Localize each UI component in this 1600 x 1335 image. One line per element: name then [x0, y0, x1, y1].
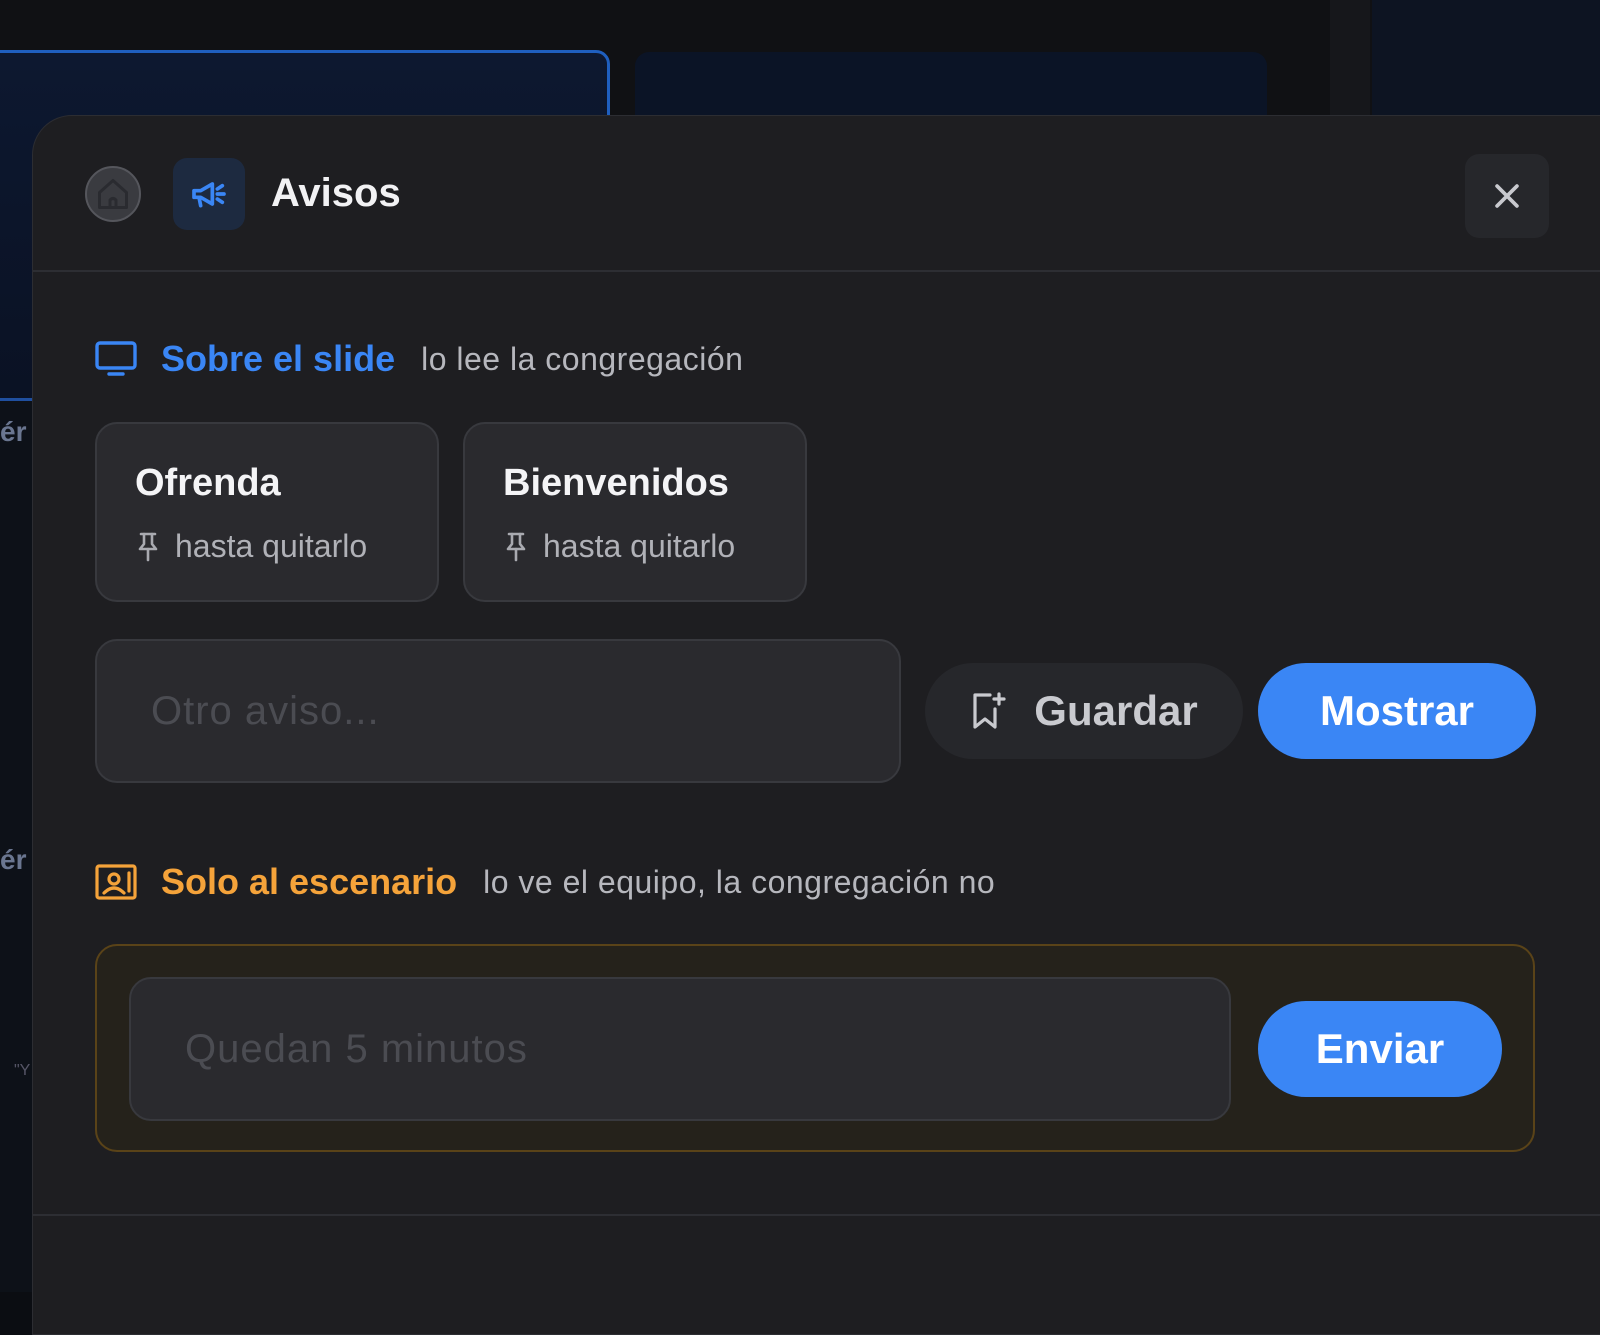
show-button[interactable]: Mostrar [1258, 663, 1536, 759]
dialog-title: Avisos [271, 171, 401, 216]
background-text-fragment: ér [0, 416, 26, 448]
stage-section-header: Solo al escenario lo ve el equipo, la co… [95, 861, 995, 903]
send-button[interactable]: Enviar [1258, 1001, 1502, 1097]
stage-monitor-icon [95, 864, 139, 900]
slide-section-subtitle: lo lee la congregación [421, 341, 743, 378]
stage-section-title: Solo al escenario [161, 861, 457, 903]
dialog-footer-divider [33, 1214, 1600, 1216]
background-divider [0, 398, 34, 401]
preset-duration: hasta quitarlo [505, 528, 735, 565]
stage-section-subtitle: lo ve el equipo, la congregación no [483, 864, 995, 901]
stage-message-placeholder: Quedan 5 minutos [185, 1027, 528, 1072]
slide-section-header: Sobre el slide lo lee la congregación [95, 338, 743, 380]
show-button-label: Mostrar [1320, 687, 1474, 735]
announcements-section-badge [173, 158, 245, 230]
bookmark-add-icon [970, 691, 1006, 731]
background-text-fragment: ér [0, 844, 26, 876]
save-button-label: Guardar [1034, 687, 1197, 735]
preset-ofrenda[interactable]: Ofrenda hasta quitarlo [95, 422, 439, 602]
home-icon [95, 176, 131, 212]
close-button[interactable] [1465, 154, 1549, 238]
pin-icon [505, 532, 527, 562]
home-button[interactable] [85, 166, 141, 222]
stage-message-input[interactable]: Quedan 5 minutos [129, 977, 1231, 1121]
announcements-dialog: Avisos Sobre el slide lo lee la congrega… [32, 115, 1600, 1335]
save-button[interactable]: Guardar [925, 663, 1243, 759]
close-icon [1490, 179, 1524, 213]
send-button-label: Enviar [1316, 1025, 1444, 1073]
preset-bienvenidos[interactable]: Bienvenidos hasta quitarlo [463, 422, 807, 602]
megaphone-icon [189, 174, 229, 214]
custom-announcement-placeholder: Otro aviso... [151, 689, 380, 734]
preset-duration: hasta quitarlo [137, 528, 367, 565]
preset-label: Bienvenidos [503, 462, 729, 505]
custom-announcement-input[interactable]: Otro aviso... [95, 639, 901, 783]
dialog-header: Avisos [33, 116, 1600, 272]
preset-duration-label: hasta quitarlo [175, 528, 367, 565]
preset-duration-label: hasta quitarlo [543, 528, 735, 565]
background-text-fragment: "Y [14, 1062, 30, 1080]
pin-icon [137, 532, 159, 562]
slide-section-title: Sobre el slide [161, 338, 395, 380]
monitor-icon [95, 341, 139, 377]
preset-label: Ofrenda [135, 462, 281, 505]
